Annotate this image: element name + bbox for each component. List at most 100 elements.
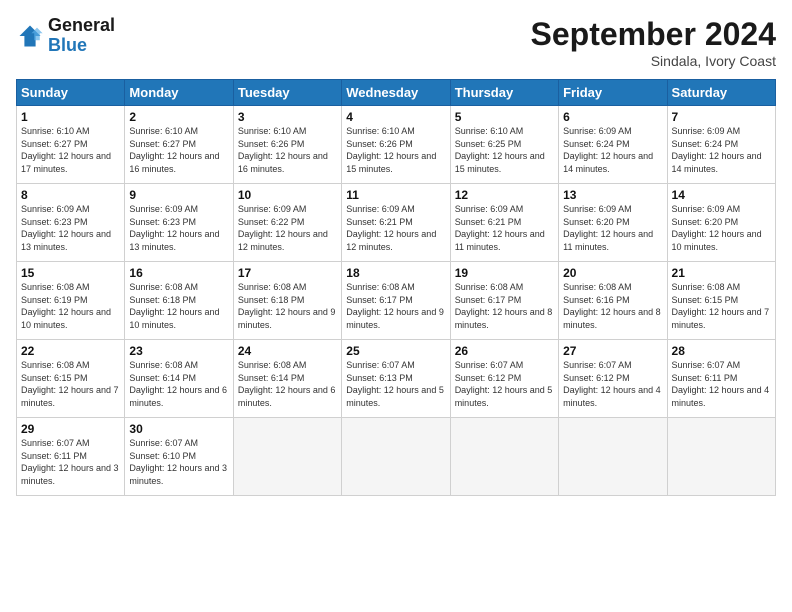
day-number: 11	[346, 188, 445, 202]
table-row: 3Sunrise: 6:10 AMSunset: 6:26 PMDaylight…	[233, 106, 341, 184]
col-sunday: Sunday	[17, 80, 125, 106]
table-row: 18Sunrise: 6:08 AMSunset: 6:17 PMDayligh…	[342, 262, 450, 340]
table-row: 26Sunrise: 6:07 AMSunset: 6:12 PMDayligh…	[450, 340, 558, 418]
day-number: 26	[455, 344, 554, 358]
table-row: 10Sunrise: 6:09 AMSunset: 6:22 PMDayligh…	[233, 184, 341, 262]
table-row: 21Sunrise: 6:08 AMSunset: 6:15 PMDayligh…	[667, 262, 775, 340]
day-info: Sunrise: 6:10 AMSunset: 6:25 PMDaylight:…	[455, 125, 554, 175]
table-row	[450, 418, 558, 496]
month-title: September 2024	[531, 16, 776, 53]
calendar-table: Sunday Monday Tuesday Wednesday Thursday…	[16, 79, 776, 496]
day-number: 3	[238, 110, 337, 124]
day-info: Sunrise: 6:08 AMSunset: 6:15 PMDaylight:…	[672, 281, 771, 331]
logo-general: General	[48, 16, 115, 36]
day-info: Sunrise: 6:08 AMSunset: 6:16 PMDaylight:…	[563, 281, 662, 331]
day-number: 30	[129, 422, 228, 436]
day-number: 8	[21, 188, 120, 202]
header: General Blue September 2024 Sindala, Ivo…	[16, 16, 776, 69]
page: General Blue September 2024 Sindala, Ivo…	[0, 0, 792, 612]
col-tuesday: Tuesday	[233, 80, 341, 106]
table-row	[233, 418, 341, 496]
day-number: 14	[672, 188, 771, 202]
day-info: Sunrise: 6:08 AMSunset: 6:19 PMDaylight:…	[21, 281, 120, 331]
day-number: 28	[672, 344, 771, 358]
table-row: 30Sunrise: 6:07 AMSunset: 6:10 PMDayligh…	[125, 418, 233, 496]
day-info: Sunrise: 6:08 AMSunset: 6:14 PMDaylight:…	[129, 359, 228, 409]
table-row: 19Sunrise: 6:08 AMSunset: 6:17 PMDayligh…	[450, 262, 558, 340]
day-info: Sunrise: 6:08 AMSunset: 6:17 PMDaylight:…	[346, 281, 445, 331]
table-row: 4Sunrise: 6:10 AMSunset: 6:26 PMDaylight…	[342, 106, 450, 184]
day-info: Sunrise: 6:08 AMSunset: 6:14 PMDaylight:…	[238, 359, 337, 409]
day-info: Sunrise: 6:07 AMSunset: 6:11 PMDaylight:…	[21, 437, 120, 487]
calendar-week-row: 22Sunrise: 6:08 AMSunset: 6:15 PMDayligh…	[17, 340, 776, 418]
table-row: 6Sunrise: 6:09 AMSunset: 6:24 PMDaylight…	[559, 106, 667, 184]
day-number: 24	[238, 344, 337, 358]
logo-icon	[16, 22, 44, 50]
day-number: 27	[563, 344, 662, 358]
day-number: 20	[563, 266, 662, 280]
title-block: September 2024 Sindala, Ivory Coast	[531, 16, 776, 69]
day-number: 16	[129, 266, 228, 280]
day-number: 7	[672, 110, 771, 124]
day-info: Sunrise: 6:09 AMSunset: 6:21 PMDaylight:…	[346, 203, 445, 253]
table-row: 7Sunrise: 6:09 AMSunset: 6:24 PMDaylight…	[667, 106, 775, 184]
day-number: 6	[563, 110, 662, 124]
day-info: Sunrise: 6:09 AMSunset: 6:22 PMDaylight:…	[238, 203, 337, 253]
day-number: 19	[455, 266, 554, 280]
day-info: Sunrise: 6:09 AMSunset: 6:20 PMDaylight:…	[672, 203, 771, 253]
day-number: 13	[563, 188, 662, 202]
table-row	[667, 418, 775, 496]
day-info: Sunrise: 6:09 AMSunset: 6:23 PMDaylight:…	[21, 203, 120, 253]
day-info: Sunrise: 6:08 AMSunset: 6:18 PMDaylight:…	[129, 281, 228, 331]
day-number: 10	[238, 188, 337, 202]
table-row: 5Sunrise: 6:10 AMSunset: 6:25 PMDaylight…	[450, 106, 558, 184]
day-number: 17	[238, 266, 337, 280]
day-number: 4	[346, 110, 445, 124]
day-number: 15	[21, 266, 120, 280]
day-info: Sunrise: 6:09 AMSunset: 6:23 PMDaylight:…	[129, 203, 228, 253]
table-row: 20Sunrise: 6:08 AMSunset: 6:16 PMDayligh…	[559, 262, 667, 340]
day-number: 9	[129, 188, 228, 202]
day-info: Sunrise: 6:08 AMSunset: 6:15 PMDaylight:…	[21, 359, 120, 409]
table-row	[342, 418, 450, 496]
calendar-week-row: 15Sunrise: 6:08 AMSunset: 6:19 PMDayligh…	[17, 262, 776, 340]
day-number: 2	[129, 110, 228, 124]
col-monday: Monday	[125, 80, 233, 106]
table-row: 2Sunrise: 6:10 AMSunset: 6:27 PMDaylight…	[125, 106, 233, 184]
day-info: Sunrise: 6:08 AMSunset: 6:18 PMDaylight:…	[238, 281, 337, 331]
table-row: 16Sunrise: 6:08 AMSunset: 6:18 PMDayligh…	[125, 262, 233, 340]
logo: General Blue	[16, 16, 115, 56]
table-row: 1Sunrise: 6:10 AMSunset: 6:27 PMDaylight…	[17, 106, 125, 184]
day-number: 25	[346, 344, 445, 358]
table-row: 14Sunrise: 6:09 AMSunset: 6:20 PMDayligh…	[667, 184, 775, 262]
table-row: 12Sunrise: 6:09 AMSunset: 6:21 PMDayligh…	[450, 184, 558, 262]
day-info: Sunrise: 6:10 AMSunset: 6:26 PMDaylight:…	[238, 125, 337, 175]
logo-text: General Blue	[48, 16, 115, 56]
table-row: 25Sunrise: 6:07 AMSunset: 6:13 PMDayligh…	[342, 340, 450, 418]
table-row: 9Sunrise: 6:09 AMSunset: 6:23 PMDaylight…	[125, 184, 233, 262]
table-row: 15Sunrise: 6:08 AMSunset: 6:19 PMDayligh…	[17, 262, 125, 340]
table-row: 11Sunrise: 6:09 AMSunset: 6:21 PMDayligh…	[342, 184, 450, 262]
day-info: Sunrise: 6:09 AMSunset: 6:24 PMDaylight:…	[563, 125, 662, 175]
day-number: 1	[21, 110, 120, 124]
table-row: 29Sunrise: 6:07 AMSunset: 6:11 PMDayligh…	[17, 418, 125, 496]
day-number: 22	[21, 344, 120, 358]
day-number: 21	[672, 266, 771, 280]
day-info: Sunrise: 6:07 AMSunset: 6:10 PMDaylight:…	[129, 437, 228, 487]
day-info: Sunrise: 6:07 AMSunset: 6:12 PMDaylight:…	[455, 359, 554, 409]
day-number: 12	[455, 188, 554, 202]
day-number: 18	[346, 266, 445, 280]
day-info: Sunrise: 6:09 AMSunset: 6:21 PMDaylight:…	[455, 203, 554, 253]
day-info: Sunrise: 6:10 AMSunset: 6:27 PMDaylight:…	[129, 125, 228, 175]
day-info: Sunrise: 6:07 AMSunset: 6:13 PMDaylight:…	[346, 359, 445, 409]
table-row: 24Sunrise: 6:08 AMSunset: 6:14 PMDayligh…	[233, 340, 341, 418]
day-number: 23	[129, 344, 228, 358]
table-row: 13Sunrise: 6:09 AMSunset: 6:20 PMDayligh…	[559, 184, 667, 262]
table-row: 17Sunrise: 6:08 AMSunset: 6:18 PMDayligh…	[233, 262, 341, 340]
day-info: Sunrise: 6:10 AMSunset: 6:27 PMDaylight:…	[21, 125, 120, 175]
day-info: Sunrise: 6:07 AMSunset: 6:11 PMDaylight:…	[672, 359, 771, 409]
col-thursday: Thursday	[450, 80, 558, 106]
table-row: 8Sunrise: 6:09 AMSunset: 6:23 PMDaylight…	[17, 184, 125, 262]
col-friday: Friday	[559, 80, 667, 106]
table-row: 23Sunrise: 6:08 AMSunset: 6:14 PMDayligh…	[125, 340, 233, 418]
